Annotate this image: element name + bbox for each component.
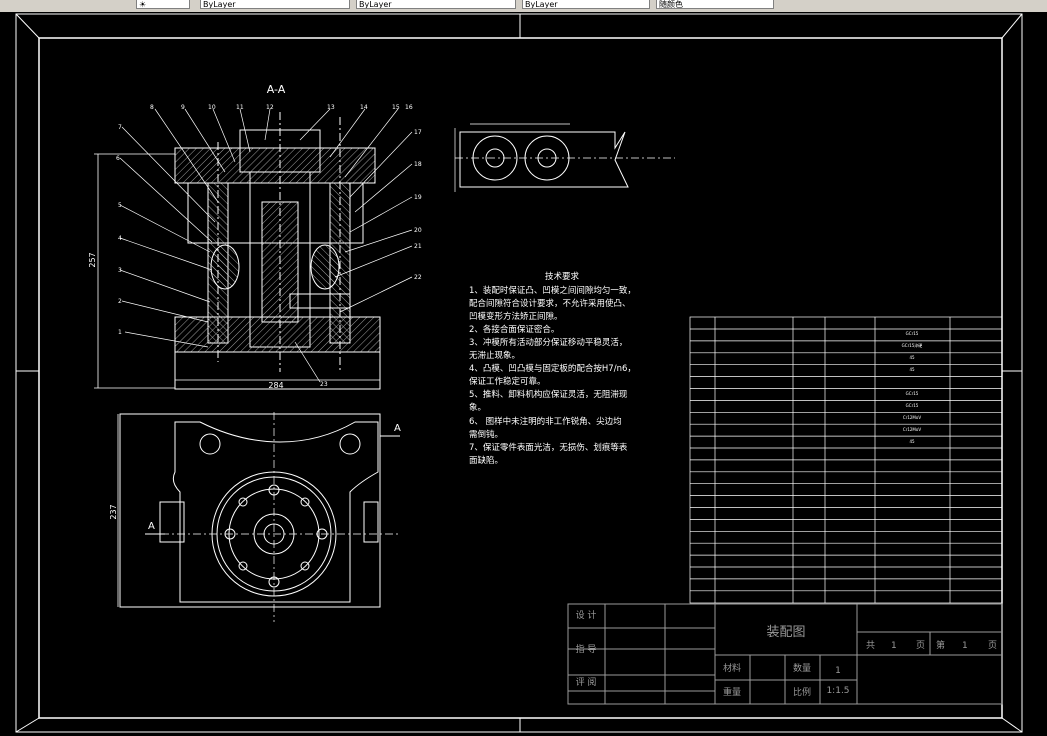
- drawing-name: 装配图: [766, 625, 805, 640]
- sheet-no: 1: [962, 641, 968, 651]
- callout-14: 14: [360, 104, 368, 111]
- section-view-label: A-A: [267, 83, 286, 96]
- scale-label: 比例: [793, 686, 811, 698]
- callout-4: 4: [118, 235, 122, 242]
- parts-list-notes: GCr15 GCr15淬硬 45 45 GCr15 GCr15 Cr12MoV …: [902, 331, 923, 444]
- tech-line: 保证工作稳定可靠。: [469, 376, 546, 387]
- strip-layout[interactable]: [454, 123, 675, 192]
- callout-2: 2: [118, 298, 122, 305]
- callout-18: 18: [414, 161, 422, 168]
- linetype-combo[interactable]: ByLayer: [356, 0, 516, 9]
- callout-1: 1: [118, 329, 122, 336]
- tech-line: 面缺陷。: [469, 455, 503, 466]
- layer-combo[interactable]: ByLayer: [200, 0, 350, 9]
- top-view[interactable]: [119, 412, 400, 622]
- callout-5: 5: [118, 202, 122, 209]
- check-label: 指 导: [576, 643, 597, 655]
- section-mark-right: A: [394, 423, 401, 434]
- svg-text:Cr12MoV: Cr12MoV: [903, 415, 921, 420]
- scale-value: 1:1.5: [826, 686, 849, 696]
- callout-7: 7: [118, 124, 122, 131]
- callout-13: 13: [327, 104, 335, 111]
- svg-text:GCr15: GCr15: [906, 403, 919, 408]
- layer-state-icon: ☀: [139, 0, 147, 9]
- plotstyle-combo[interactable]: 随颜色: [656, 0, 774, 9]
- callout-3: 3: [118, 267, 122, 274]
- callout-22: 22: [414, 274, 422, 281]
- sheet-unit: 页: [988, 640, 997, 651]
- callout-16: 16: [405, 104, 413, 111]
- svg-text:45: 45: [909, 367, 915, 372]
- dimension-height-bottom-text: 237: [109, 504, 118, 519]
- tech-line: 3、冲模所有活动部分保证移动平稳灵活，: [469, 337, 627, 348]
- quantity-value: 1: [835, 666, 841, 676]
- page-unit: 页: [916, 640, 925, 651]
- weight-label: 重量: [723, 686, 741, 698]
- parts-list[interactable]: [689, 316, 1003, 604]
- total-label: 共: [866, 640, 875, 651]
- svg-text:45: 45: [909, 439, 915, 444]
- toolbar-icons[interactable]: ☀: [136, 0, 190, 9]
- svg-text:GCr15: GCr15: [906, 331, 919, 336]
- callout-17: 17: [414, 129, 422, 136]
- toolbar: ☀ ByLayer ByLayer ByLayer 随颜色: [0, 0, 1047, 12]
- callout-10: 10: [208, 104, 216, 111]
- sheet-label: 第: [936, 639, 945, 651]
- tech-line: 无滞止现象。: [469, 350, 520, 361]
- tech-line: 凹模变形方法矫正间隙。: [469, 311, 563, 322]
- dimension-height-top-text: 257: [88, 252, 97, 267]
- dimension-height-top: [94, 153, 175, 389]
- title-block-text: 设 计 指 导 评 阅 装配图 共 1 页 第 1 页 材料 数量 1 重量 比…: [576, 609, 997, 698]
- tech-line: 配合间隙符合设计要求，不允许采用使凸、: [469, 298, 631, 309]
- material-label: 材料: [723, 662, 741, 674]
- design-label: 设 计: [576, 609, 597, 621]
- tech-requirements-title: 技术要求: [545, 271, 580, 282]
- tech-line: 4、凸模、凹凸模与固定板的配合按H7/n6，: [469, 363, 636, 374]
- dimension-width-top-text: 284: [268, 381, 283, 390]
- title-block[interactable]: [567, 603, 1003, 705]
- callout-19: 19: [414, 194, 422, 201]
- tech-line: 7、保证零件表面光洁，无损伤、划痕等表: [469, 442, 628, 453]
- svg-text:Cr12MoV: Cr12MoV: [903, 427, 921, 432]
- section-mark-left: A: [148, 521, 155, 532]
- callout-6: 6: [116, 155, 120, 162]
- svg-text:45: 45: [909, 355, 915, 360]
- callout-9: 9: [181, 104, 185, 111]
- quantity-label: 数量: [793, 662, 811, 674]
- tech-line: 2、各接合面保证密合。: [469, 324, 559, 335]
- callout-8: 8: [150, 104, 154, 111]
- tech-line: 6、 图样中未注明的非工作锐角、尖边均: [469, 416, 622, 427]
- svg-text:GCr15淬硬: GCr15淬硬: [902, 342, 923, 348]
- callout-11: 11: [236, 104, 244, 111]
- callout-23: 23: [320, 381, 328, 388]
- callout-15: 15: [392, 104, 400, 111]
- lineweight-combo[interactable]: ByLayer: [522, 0, 650, 9]
- svg-text:GCr15: GCr15: [906, 391, 919, 396]
- tech-line: 5、推料、卸料机构应保证灵活，无阻滞现: [469, 389, 628, 400]
- review-label: 评 阅: [576, 677, 597, 688]
- tech-line: 需倒钝。: [469, 429, 503, 440]
- tech-requirements: 技术要求 1、装配时保证凸、凹模之间间隙均匀一致， 配合间隙符合设计要求，不允许…: [469, 271, 636, 466]
- callout-12: 12: [266, 104, 274, 111]
- drawing-canvas[interactable]: A-A 257 284 1 2 3 4 5 6 7 8 9 10 11 12 1…: [0, 12, 1047, 736]
- callout-20: 20: [414, 227, 422, 234]
- callout-21: 21: [414, 243, 422, 250]
- total-pages: 1: [891, 641, 897, 651]
- tech-line: 象。: [469, 402, 486, 413]
- tech-line: 1、装配时保证凸、凹模之间间隙均匀一致，: [469, 285, 636, 296]
